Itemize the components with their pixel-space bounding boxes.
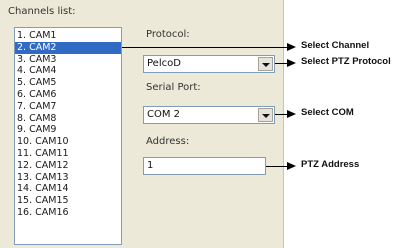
serial-port-value: COM 2 <box>147 109 181 120</box>
ptz-address-callout-line <box>266 166 287 167</box>
channel-list-item[interactable]: 11. CAM11 <box>15 148 121 160</box>
channel-list-item[interactable]: 14. CAM14 <box>15 183 121 195</box>
address-input[interactable]: 1 <box>143 157 266 175</box>
channel-list-item[interactable]: 9. CAM9 <box>15 124 121 136</box>
channel-list-item[interactable]: 3. CAM3 <box>15 54 121 66</box>
select-com-callout: Select COM <box>301 107 354 118</box>
channel-list-item[interactable]: 7. CAM7 <box>15 101 121 113</box>
channel-list-item[interactable]: 2. CAM2 <box>15 41 121 54</box>
channel-list-item[interactable]: 8. CAM8 <box>15 113 121 125</box>
channel-list-item[interactable]: 13. CAM13 <box>15 172 121 184</box>
select-ptz-protocol-callout-line <box>275 63 287 64</box>
chevron-down-icon[interactable] <box>258 57 273 71</box>
channels-list-label: Channels list: <box>8 6 76 17</box>
select-ptz-protocol-callout: Select PTZ Protocol <box>301 56 391 67</box>
protocol-label: Protocol: <box>146 29 190 40</box>
protocol-value: PelcoD <box>147 58 181 69</box>
select-channel-callout: Select Channel <box>301 40 370 51</box>
channel-list-item[interactable]: 6. CAM6 <box>15 89 121 101</box>
serial-port-label: Serial Port: <box>146 82 201 93</box>
address-label: Address: <box>146 136 190 147</box>
ptz-address-callout: PTZ Address <box>301 159 360 170</box>
channel-list-item[interactable]: 4. CAM4 <box>15 65 121 77</box>
channel-list-item[interactable]: 15. CAM15 <box>15 195 121 207</box>
channel-list-item[interactable]: 10. CAM10 <box>15 136 121 148</box>
arrow-right-icon <box>287 110 296 118</box>
channel-list-item[interactable]: 5. CAM5 <box>15 77 121 89</box>
select-channel-callout-line <box>122 47 287 48</box>
arrow-right-icon <box>287 162 296 170</box>
select-com-callout-line <box>275 114 287 115</box>
arrow-right-icon <box>287 43 296 51</box>
arrow-right-icon <box>287 59 296 67</box>
serial-port-select[interactable]: COM 2 <box>143 106 275 124</box>
channel-list-item[interactable]: 1. CAM1 <box>15 30 121 42</box>
chevron-down-icon[interactable] <box>258 108 273 122</box>
channel-list-item[interactable]: 16. CAM16 <box>15 207 121 219</box>
channels-listbox[interactable]: 1. CAM1 2. CAM2 3. CAM3 4. CAM4 5. CAM5 6. CA… <box>14 27 122 245</box>
settings-panel: Channels list: 1. CAM1 2. CAM2 3. CAM3 4. C… <box>0 0 284 248</box>
channel-list-item[interactable]: 12. CAM12 <box>15 160 121 172</box>
address-value: 1 <box>147 160 154 171</box>
protocol-select[interactable]: PelcoD <box>143 55 275 73</box>
